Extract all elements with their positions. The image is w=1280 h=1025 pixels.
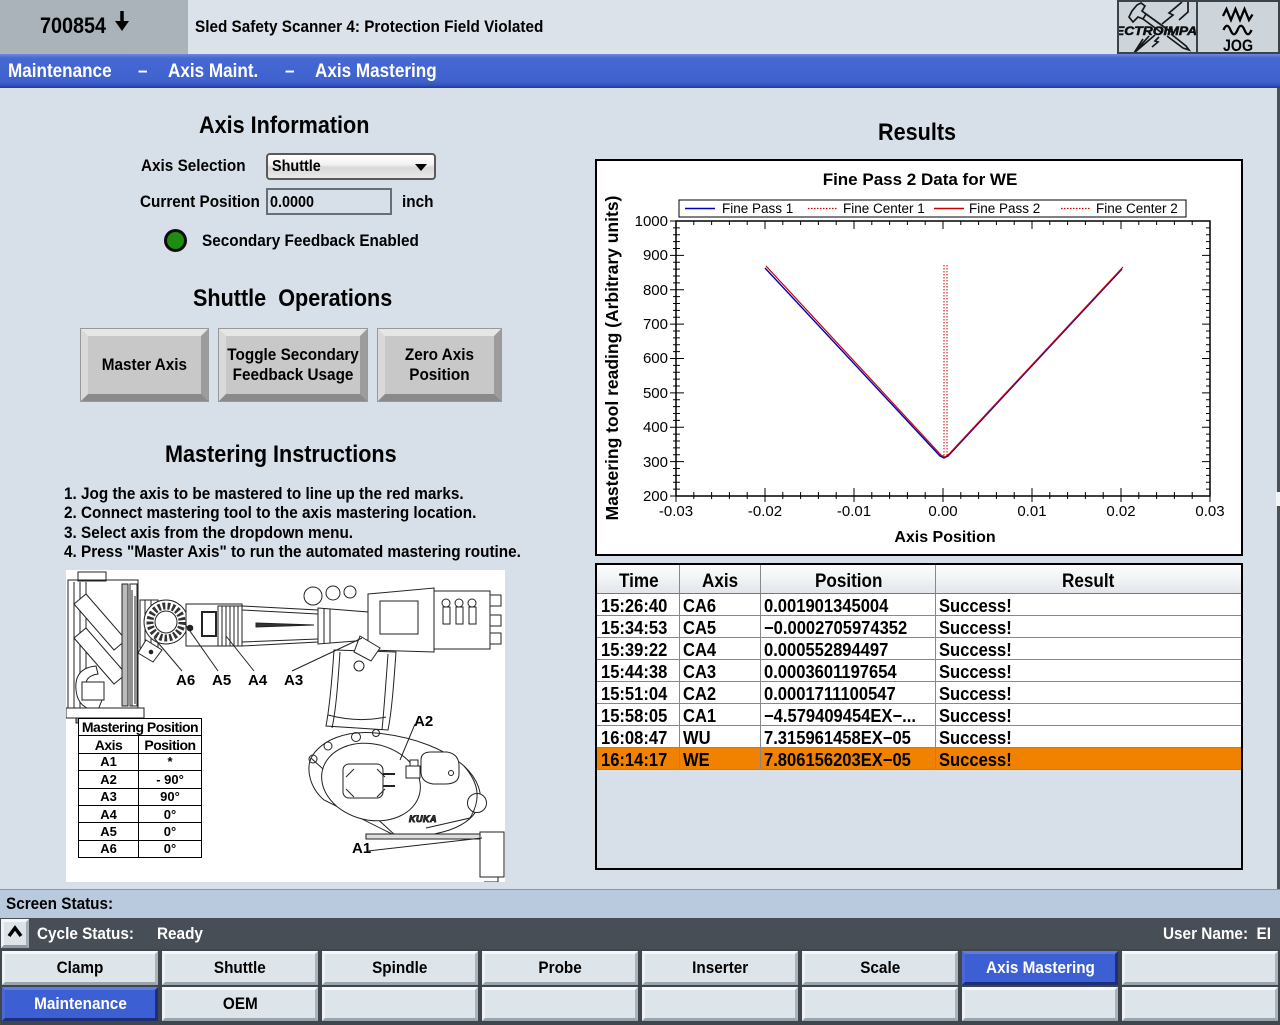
svg-text:1000: 1000 xyxy=(635,213,668,230)
svg-text:-0.03: -0.03 xyxy=(659,503,693,520)
svg-text:A2: A2 xyxy=(414,713,433,730)
svg-text:600: 600 xyxy=(643,350,668,367)
svg-text:A6: A6 xyxy=(176,672,195,689)
svg-text:-0.02: -0.02 xyxy=(748,503,782,520)
svg-text:500: 500 xyxy=(643,385,668,402)
svg-text:0.03: 0.03 xyxy=(1195,503,1224,520)
svg-text:400: 400 xyxy=(643,419,668,436)
svg-text:700: 700 xyxy=(643,316,668,333)
svg-text:KUKA: KUKA xyxy=(409,814,437,824)
svg-text:800: 800 xyxy=(643,282,668,299)
svg-text:300: 300 xyxy=(643,454,668,471)
svg-text:Axis Position: Axis Position xyxy=(894,529,995,546)
svg-text:Fine Center 1: Fine Center 1 xyxy=(843,201,925,216)
svg-text:JOG: JOG xyxy=(1223,36,1253,52)
svg-text:A4: A4 xyxy=(248,672,268,689)
svg-text:Fine Pass 2: Fine Pass 2 xyxy=(969,201,1040,216)
svg-text:A3: A3 xyxy=(284,672,303,689)
svg-text:Fine Pass 1: Fine Pass 1 xyxy=(722,201,793,216)
svg-text:0.01: 0.01 xyxy=(1017,503,1046,520)
svg-text:-0.01: -0.01 xyxy=(837,503,871,520)
svg-text:A1: A1 xyxy=(352,840,371,857)
svg-text:Fine Pass 2 Data for WE: Fine Pass 2 Data for WE xyxy=(823,170,1018,189)
svg-text:Fine Center 2: Fine Center 2 xyxy=(1096,201,1178,216)
svg-text:ECTROIMPA.: ECTROIMPA. xyxy=(1119,24,1196,38)
svg-text:0.00: 0.00 xyxy=(928,503,957,520)
svg-text:A5: A5 xyxy=(212,672,231,689)
svg-text:0.02: 0.02 xyxy=(1106,503,1135,520)
svg-text:Mastering tool reading (Arbitr: Mastering tool reading (Arbitrary units) xyxy=(602,196,622,521)
svg-text:900: 900 xyxy=(643,247,668,264)
